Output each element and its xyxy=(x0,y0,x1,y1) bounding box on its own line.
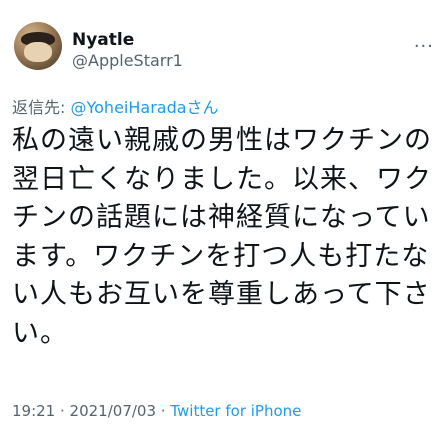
tweet-metadata: 19:21 · 2021/07/03 · Twitter for iPhone xyxy=(12,402,301,420)
tweet-time[interactable]: 19:21 xyxy=(12,402,55,420)
reply-mention-link[interactable]: @YoheiHaradaさん xyxy=(70,98,218,117)
avatar[interactable] xyxy=(14,22,62,70)
tweet-source-link[interactable]: Twitter for iPhone xyxy=(170,402,301,420)
tweet-date[interactable]: 2021/07/03 xyxy=(70,402,156,420)
tweet-card: Nyatle @AppleStarr1 ··· 返信先: @YoheiHarad… xyxy=(0,0,448,444)
reply-to-line: 返信先: @YoheiHaradaさん xyxy=(12,94,219,118)
avatar-face xyxy=(24,42,52,62)
reply-prefix: 返信先: xyxy=(12,98,71,117)
meta-separator: · xyxy=(55,402,70,420)
tweet-text: 私の遠い親戚の男性はワクチンの翌日亡くなりました。以来、ワクチンの話題には神経質… xyxy=(12,125,432,349)
user-handle[interactable]: @AppleStarr1 xyxy=(72,51,183,70)
display-name[interactable]: Nyatle xyxy=(72,30,134,50)
more-horizontal-icon[interactable]: ··· xyxy=(414,36,434,57)
meta-separator: · xyxy=(156,402,171,420)
